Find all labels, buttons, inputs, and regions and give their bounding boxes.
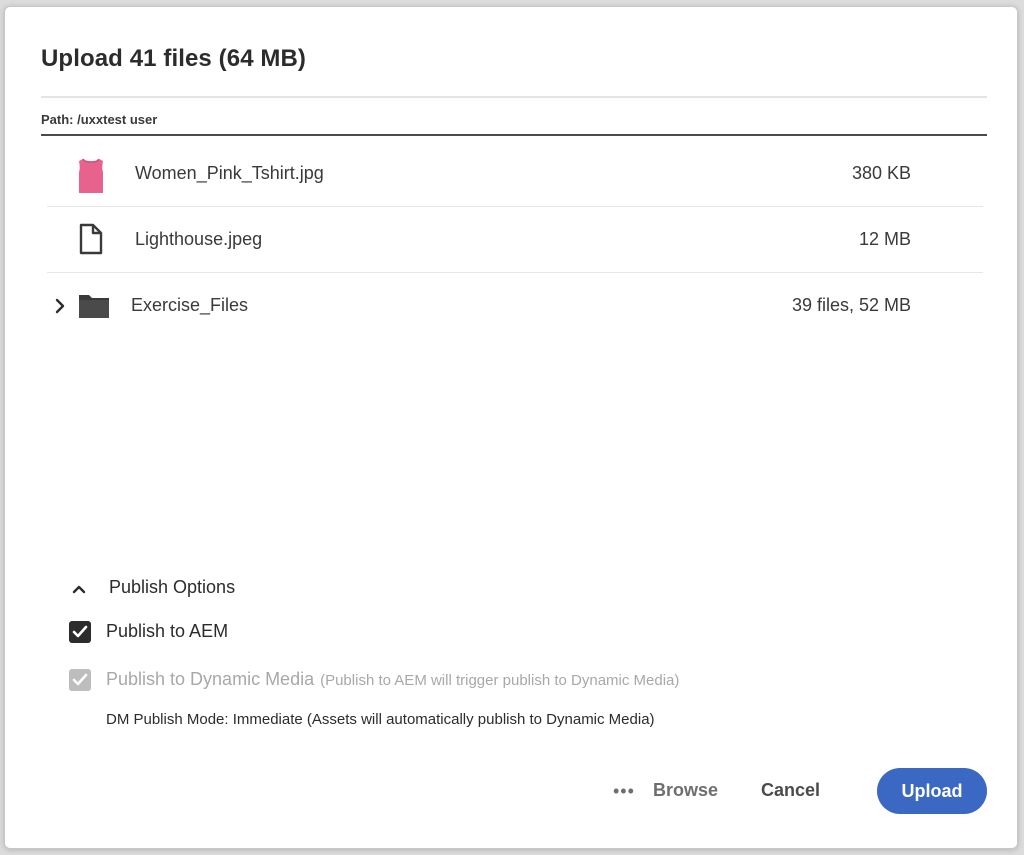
cancel-button[interactable]: Cancel bbox=[761, 780, 820, 801]
publish-options-label: Publish Options bbox=[109, 577, 236, 597]
upload-dialog: Upload 41 files (64 MB) Path: /uxxtest u… bbox=[4, 6, 1018, 849]
file-name: Lighthouse.jpeg bbox=[135, 229, 263, 249]
upload-button[interactable]: Upload bbox=[877, 768, 987, 814]
upload-path: Path: /uxxtest user bbox=[41, 112, 158, 127]
pink-tshirt-thumbnail bbox=[73, 157, 109, 193]
folder-row[interactable]: Exercise_Files 39 files, 52 MB bbox=[47, 275, 983, 339]
publish-to-dm-checkbox bbox=[69, 669, 91, 691]
file-size: 12 MB bbox=[858, 229, 911, 249]
publish-to-dm-hint: (Publish to AEM will trigger publish to … bbox=[320, 672, 680, 689]
file-name: Women_Pink_Tshirt.jpg bbox=[135, 163, 324, 183]
dm-publish-mode: DM Publish Mode: Immediate (Assets will … bbox=[106, 711, 655, 728]
publish-to-dm-text: Publish to Dynamic Media bbox=[106, 669, 315, 689]
dialog-title: Upload 41 files (64 MB) bbox=[41, 45, 307, 72]
file-size: 380 KB bbox=[851, 163, 911, 183]
folder-size: 39 files, 52 MB bbox=[791, 295, 911, 315]
browse-label: Browse bbox=[653, 780, 719, 800]
file-row[interactable]: Lighthouse.jpeg 12 MB bbox=[47, 209, 983, 273]
path-divider bbox=[41, 134, 987, 136]
chevron-right-icon[interactable] bbox=[53, 297, 67, 315]
file-row[interactable]: Women_Pink_Tshirt.jpg 380 KB bbox=[47, 143, 983, 207]
more-dots-icon: ••• bbox=[613, 781, 635, 801]
publish-to-aem-label: Publish to AEM bbox=[106, 621, 229, 641]
document-icon bbox=[77, 223, 113, 259]
publish-to-dm-label: Publish to Dynamic Media (Publish to AEM … bbox=[106, 669, 679, 690]
publish-to-aem-checkbox[interactable] bbox=[69, 621, 91, 643]
chevron-up-icon bbox=[71, 582, 87, 594]
folder-name: Exercise_Files bbox=[131, 295, 249, 315]
folder-icon bbox=[77, 289, 113, 325]
title-divider bbox=[41, 96, 987, 98]
